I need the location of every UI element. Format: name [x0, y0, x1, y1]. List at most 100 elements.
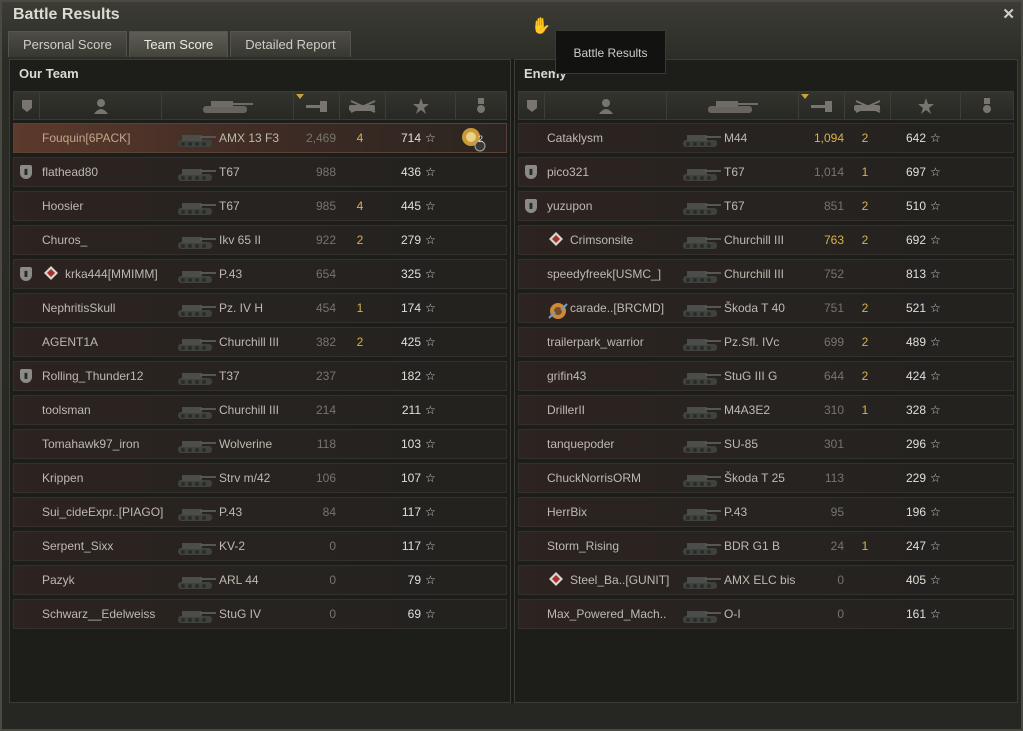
star-icon: ☆ — [425, 267, 436, 281]
our-player-col-header[interactable] — [40, 92, 162, 119]
xp-value: 697 — [905, 165, 926, 179]
player-row[interactable]: Churos_ Ikv 65 II 922 2 279 ☆ — [13, 225, 507, 255]
player-row[interactable]: speedyfreek[USMC_] Churchill III 752 813 ☆ — [518, 259, 1014, 289]
player-row[interactable]: HerrBix P.43 95 196 ☆ — [518, 497, 1014, 527]
rank-icon — [44, 266, 58, 280]
xp-value: 107 — [400, 471, 421, 485]
damage-value: 106 — [315, 471, 336, 485]
xp-value: 714 — [400, 131, 421, 145]
player-row[interactable]: Steel_Ba..[GUNIT] AMX ELC bis 0 405 ☆ — [518, 565, 1014, 595]
tank-icon — [174, 466, 218, 490]
player-row[interactable]: grifin43 StuG III G 644 2 424 ☆ — [518, 361, 1014, 391]
close-icon[interactable]: ✕ — [1002, 5, 1015, 23]
platoon-icon: ▮ — [525, 199, 537, 213]
player-row[interactable]: tanquepoder SU-85 301 296 ☆ — [518, 429, 1014, 459]
kills-value: 1 — [861, 165, 869, 179]
enemy-xp-col-header[interactable] — [891, 92, 961, 119]
tab-detailed-report[interactable]: Detailed Report — [230, 31, 351, 57]
star-icon: ☆ — [930, 335, 941, 349]
player-row[interactable]: toolsman Churchill III 214 211 ☆ — [13, 395, 507, 425]
our-damage-col-header[interactable] — [294, 92, 340, 119]
kills-value: 1 — [356, 301, 364, 315]
xp-value: 182 — [400, 369, 421, 383]
tank-icon — [679, 602, 723, 626]
player-row[interactable]: ▮ krka444[MMIMM] P.43 654 325 ☆ — [13, 259, 507, 289]
our-medal-col-header[interactable] — [456, 92, 505, 119]
xp-value: 813 — [905, 267, 926, 281]
tank-name: Churchill III — [219, 403, 280, 417]
tank-name: P.43 — [724, 505, 748, 519]
our-xp-col-header[interactable] — [386, 92, 456, 119]
xp-value: 117 — [401, 539, 421, 553]
platoon-icon: ▮ — [20, 165, 32, 179]
player-row[interactable]: Storm_Rising BDR G1 B 24 1 247 ☆ — [518, 531, 1014, 561]
star-icon: ☆ — [930, 199, 941, 213]
tank-name: AMX 13 F3 — [219, 131, 280, 145]
tank-icon — [174, 500, 218, 524]
star-icon: ☆ — [930, 573, 941, 587]
xp-value: 642 — [905, 131, 926, 145]
tank-icon — [706, 98, 760, 114]
player-name: Pazyk — [42, 573, 75, 587]
player-row[interactable]: ▮ yuzupon T67 851 2 510 ☆ — [518, 191, 1014, 221]
player-name: krka444[MMIMM] — [65, 267, 158, 281]
enemy-tank-col-header[interactable] — [667, 92, 799, 119]
platoon-icon: ▮ — [20, 267, 32, 281]
damage-icon — [305, 99, 328, 113]
player-row[interactable]: Cataklysm M44 1,094 2 642 ☆ — [518, 123, 1014, 153]
medal-icon — [476, 97, 486, 114]
star-icon: ☆ — [425, 539, 436, 553]
hand-cursor-icon: ✋ — [531, 18, 551, 35]
player-row[interactable]: Crimsonsite Churchill III 763 2 692 ☆ — [518, 225, 1014, 255]
kills-value: 4 — [356, 131, 364, 145]
player-row[interactable]: Schwarz__Edelweiss StuG IV 0 69 ☆ — [13, 599, 507, 629]
tank-icon — [679, 432, 723, 456]
player-row[interactable]: Sui_cideExpr..[PIAGO] P.43 84 117 ☆ — [13, 497, 507, 527]
player-row[interactable]: Hoosier T67 985 4 445 ☆ — [13, 191, 507, 221]
our-kills-col-header[interactable] — [340, 92, 386, 119]
player-row[interactable]: Krippen Strv m/42 106 107 ☆ — [13, 463, 507, 493]
player-row[interactable]: ChuckNorrisORM Škoda T 25 113 229 ☆ — [518, 463, 1014, 493]
player-row[interactable]: AGENT1A Churchill III 382 2 425 ☆ — [13, 327, 507, 357]
kills-value: 2 — [861, 301, 869, 315]
player-name: tanquepoder — [547, 437, 615, 451]
player-row[interactable]: DrillerII M4A3E2 310 1 328 ☆ — [518, 395, 1014, 425]
player-row[interactable]: ▮ Rolling_Thunder12 T37 237 182 ☆ — [13, 361, 507, 391]
xp-value: 521 — [905, 301, 926, 315]
tank-icon — [679, 228, 723, 252]
player-row[interactable]: Tomahawk97_iron Wolverine 118 103 ☆ — [13, 429, 507, 459]
player-row[interactable]: Serpent_Sixx KV-2 0 117 ☆ — [13, 531, 507, 561]
enemy-player-col-header[interactable] — [545, 92, 667, 119]
player-row[interactable]: Max_Powered_Mach.. O-I 0 161 ☆ — [518, 599, 1014, 629]
xp-value: 424 — [905, 369, 926, 383]
our-platoon-col-header[interactable] — [14, 92, 40, 119]
player-row[interactable]: ▮ pico321 T67 1,014 1 697 ☆ — [518, 157, 1014, 187]
player-row[interactable]: NephritisSkull Pz. IV H 454 1 174 ☆ — [13, 293, 507, 323]
tank-name: KV-2 — [219, 539, 246, 553]
rank-icon — [549, 232, 563, 246]
damage-value: 751 — [823, 301, 844, 315]
damage-value: 922 — [315, 233, 336, 247]
xp-value: 279 — [400, 233, 421, 247]
our-tank-col-header[interactable] — [162, 92, 294, 119]
player-name: speedyfreek[USMC_] — [547, 267, 662, 281]
tank-name: Škoda T 25 — [724, 471, 785, 485]
tank-icon — [174, 602, 218, 626]
tab-team-score[interactable]: Team Score — [128, 31, 229, 57]
our-team-panel: Our Team Fouquin[6PACK] AMX 13 F3 2,469 4 71… — [9, 59, 511, 703]
enemy-medal-col-header[interactable] — [961, 92, 1012, 119]
tank-name: ARL 44 — [219, 573, 259, 587]
damage-icon — [810, 99, 833, 113]
tab-personal-score[interactable]: Personal Score — [8, 31, 127, 57]
enemy-kills-col-header[interactable] — [845, 92, 891, 119]
player-row[interactable]: trailerpark_warrior Pz.Sfl. IVc 699 2 489 ☆ — [518, 327, 1014, 357]
player-row[interactable]: ▮ flathead80 T67 988 436 ☆ — [13, 157, 507, 187]
player-row[interactable]: Fouquin[6PACK] AMX 13 F3 2,469 4 714 ☆ 2 — [13, 123, 507, 153]
star-icon: ☆ — [930, 369, 941, 383]
damage-value: 0 — [329, 573, 336, 587]
enemy-team-panel: Enemy Cataklysm M44 1,094 2 642 ☆ ▮ pico321 T67 1… — [514, 59, 1018, 703]
player-row[interactable]: carade..[BRCMD] Škoda T 40 751 2 521 ☆ — [518, 293, 1014, 323]
enemy-platoon-col-header[interactable] — [519, 92, 545, 119]
player-row[interactable]: Pazyk ARL 44 0 79 ☆ — [13, 565, 507, 595]
enemy-damage-col-header[interactable] — [799, 92, 845, 119]
